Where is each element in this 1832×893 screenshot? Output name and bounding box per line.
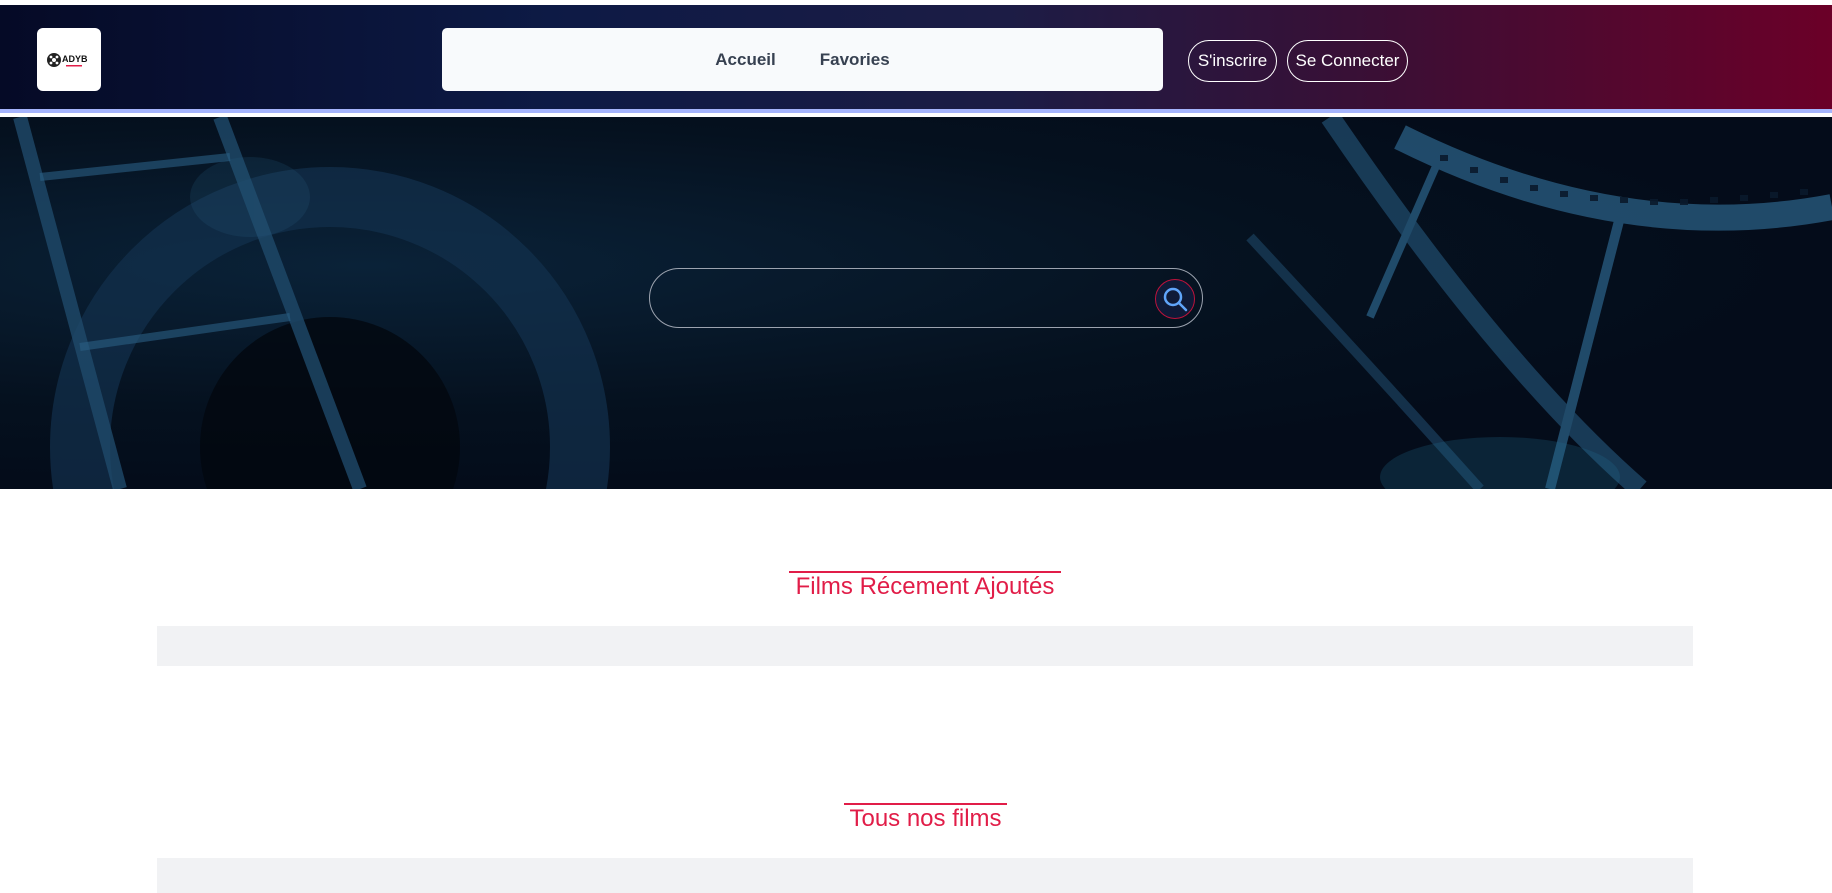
film-reel-logo-icon: ADYB — [47, 52, 88, 67]
all-films-title: Tous nos films — [844, 803, 1007, 833]
search-input[interactable] — [674, 279, 1134, 319]
main-nav: Accueil Favories — [442, 28, 1163, 91]
search-button[interactable] — [1155, 279, 1195, 319]
login-button[interactable]: Se Connecter — [1287, 40, 1408, 82]
logo-text: ADYB — [62, 54, 88, 64]
all-films-list — [157, 858, 1693, 893]
search-icon — [1163, 287, 1188, 312]
search-bar — [649, 268, 1203, 328]
signup-button[interactable]: S'inscrire — [1188, 40, 1277, 82]
recent-films-list — [157, 626, 1693, 666]
hero-banner — [0, 117, 1832, 489]
nav-favories[interactable]: Favories — [820, 50, 890, 70]
site-logo[interactable]: ADYB — [37, 28, 101, 91]
top-header: ADYB Accueil Favories S'inscrire Se Conn… — [0, 5, 1832, 113]
recent-films-title: Films Récement Ajoutés — [789, 571, 1061, 601]
